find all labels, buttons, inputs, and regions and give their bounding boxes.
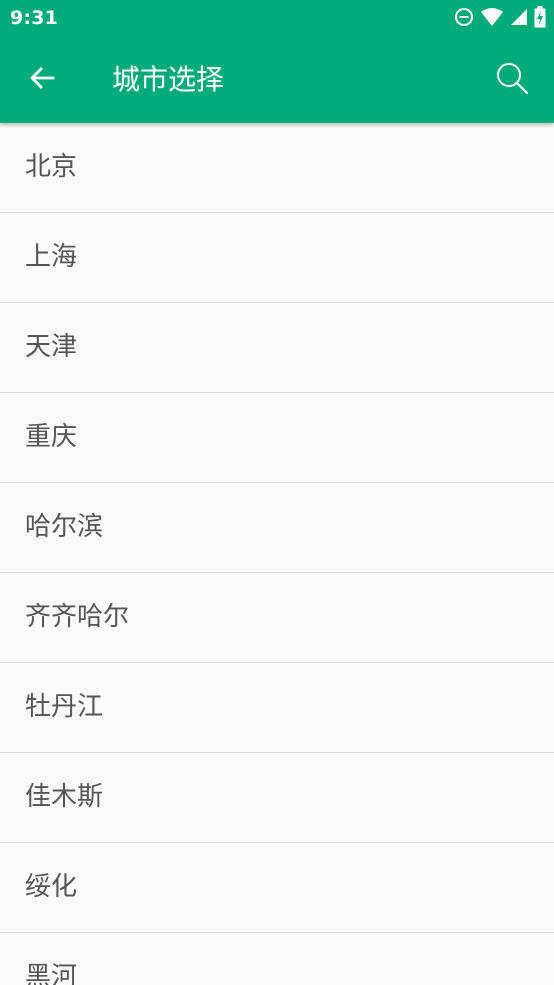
city-label: 黑河 [25, 962, 78, 985]
city-label: 佳木斯 [25, 782, 104, 812]
search-icon [495, 61, 529, 99]
city-item-beijing[interactable]: 北京 [0, 123, 554, 213]
city-label: 重庆 [25, 422, 78, 452]
city-label: 牡丹江 [25, 692, 104, 722]
status-bar: 9:31 [0, 0, 554, 38]
city-label: 北京 [25, 152, 78, 182]
status-icons [454, 6, 546, 32]
city-label: 齐齐哈尔 [25, 602, 130, 632]
city-label: 绥化 [25, 872, 78, 902]
city-label: 上海 [25, 242, 78, 272]
battery-charging-icon [534, 6, 546, 32]
city-label: 哈尔滨 [25, 512, 104, 542]
page-title: 城市选择 [112, 63, 225, 96]
status-time: 9:31 [10, 7, 59, 29]
do-not-disturb-icon [454, 7, 474, 31]
wifi-icon [480, 7, 504, 31]
city-list: 北京 上海 天津 重庆 哈尔滨 齐齐哈尔 牡丹江 佳木斯 绥化 黑河 [0, 123, 554, 985]
app-bar: 城市选择 [0, 38, 554, 123]
search-button[interactable] [488, 56, 536, 104]
city-item-harbin[interactable]: 哈尔滨 [0, 483, 554, 573]
city-label: 天津 [25, 332, 78, 362]
city-item-qiqihar[interactable]: 齐齐哈尔 [0, 573, 554, 663]
city-item-shanghai[interactable]: 上海 [0, 213, 554, 303]
city-item-chongqing[interactable]: 重庆 [0, 393, 554, 483]
city-item-jiamusi[interactable]: 佳木斯 [0, 753, 554, 843]
city-item-mudanjiang[interactable]: 牡丹江 [0, 663, 554, 753]
back-button[interactable] [18, 56, 66, 104]
city-item-heihe[interactable]: 黑河 [0, 933, 554, 985]
signal-icon [510, 8, 528, 30]
arrow-back-icon [28, 64, 56, 96]
city-item-tianjin[interactable]: 天津 [0, 303, 554, 393]
city-item-suihua[interactable]: 绥化 [0, 843, 554, 933]
